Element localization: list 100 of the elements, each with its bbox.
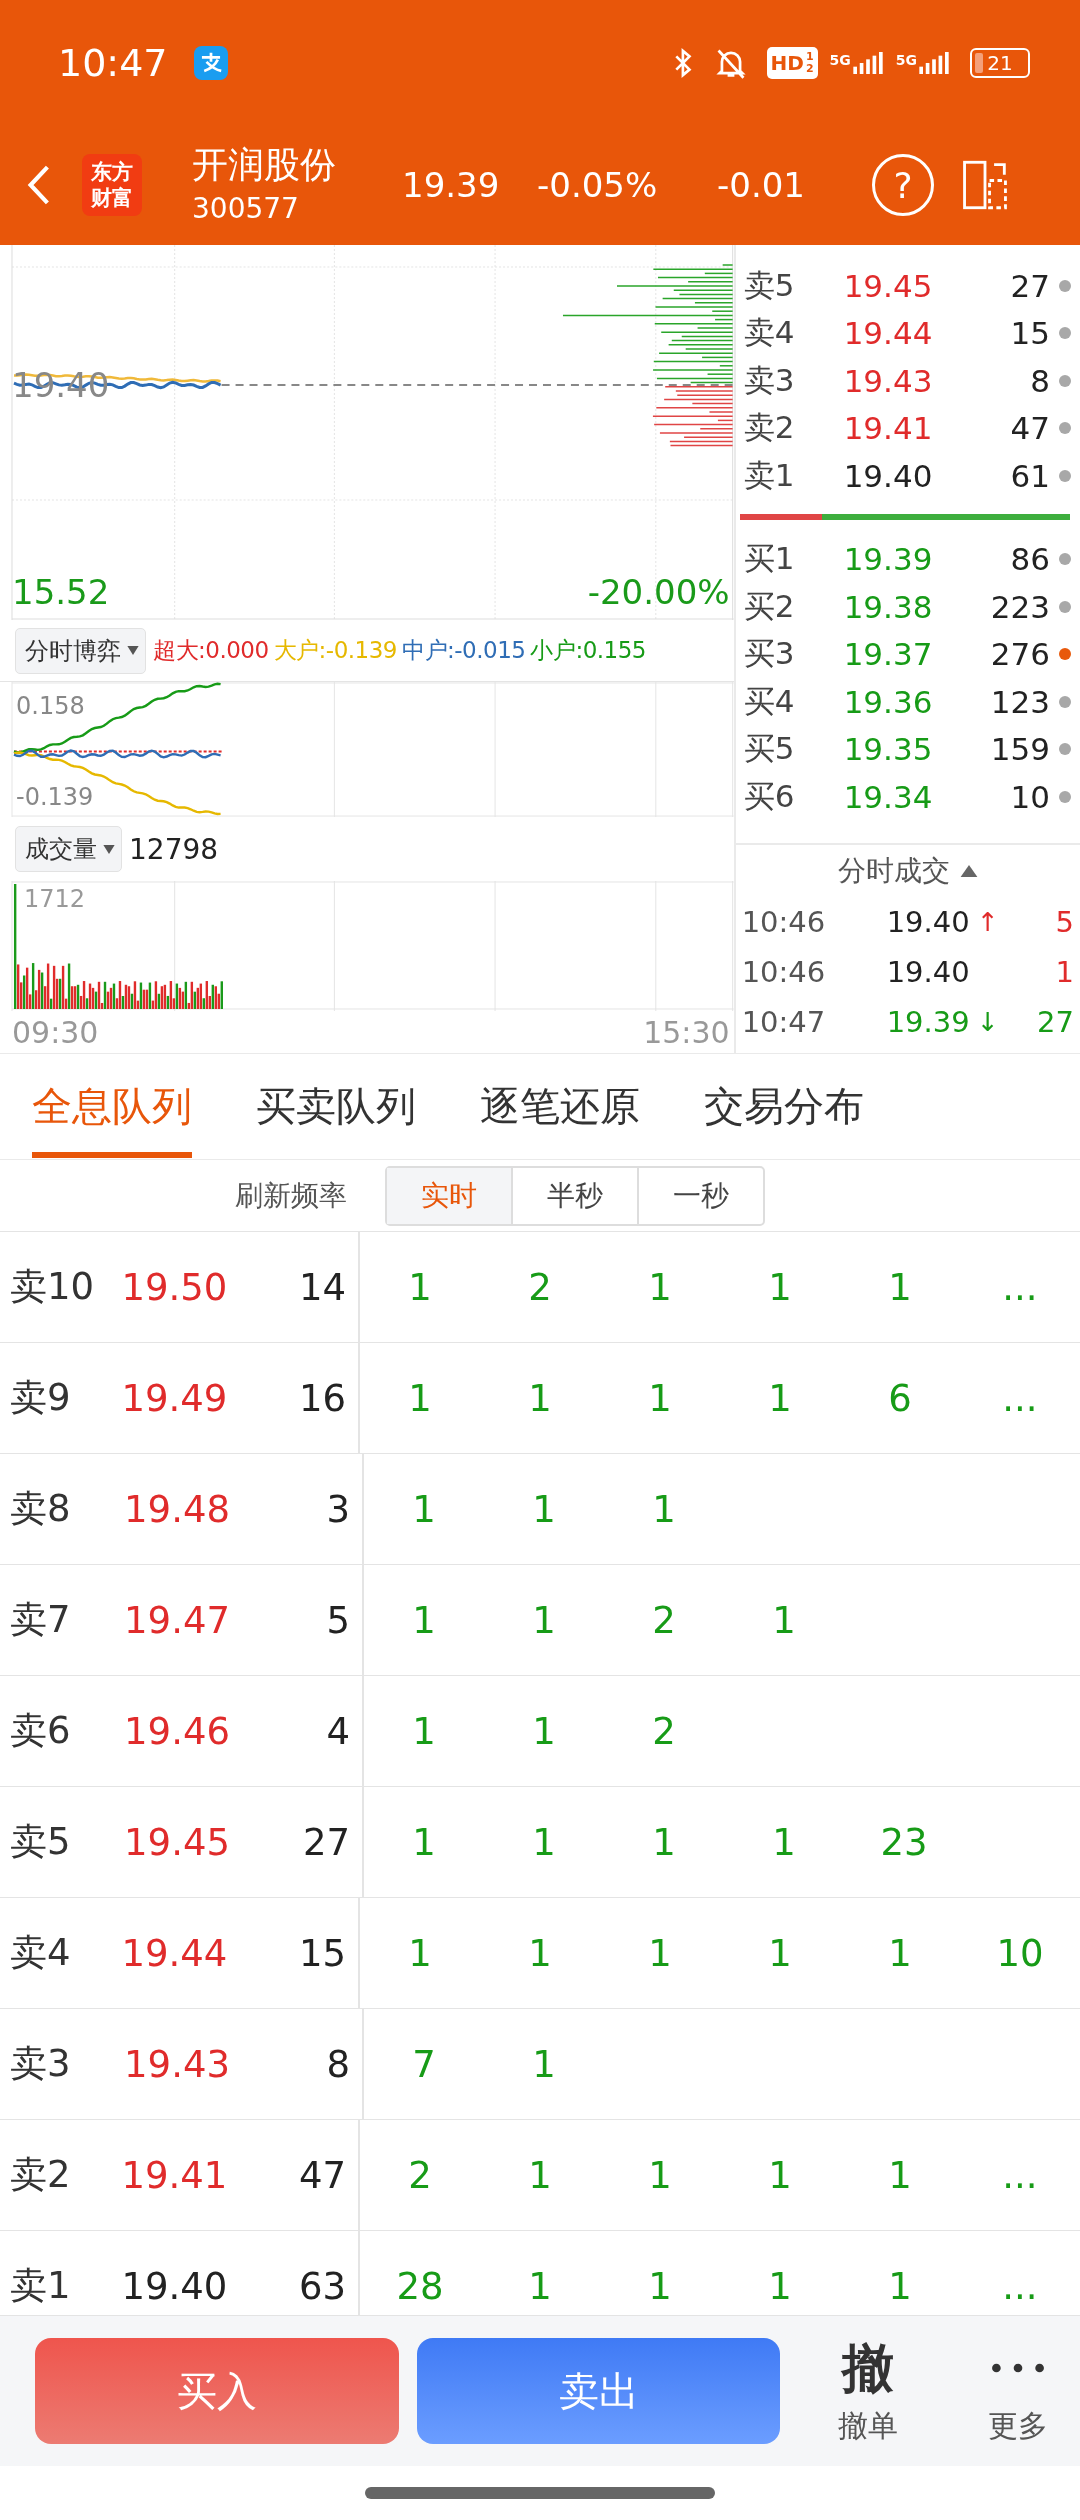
cancel-icon[interactable]: 撤 [842, 2335, 895, 2400]
split-screen-icon[interactable] [962, 160, 1008, 210]
trade-price: 19.40 [886, 905, 971, 939]
segment-option[interactable]: 一秒 [637, 1167, 763, 1224]
bid-volume: 276 [989, 636, 1050, 673]
order-size: 1 [527, 1931, 553, 1975]
ask-price: 19.49 [120, 1376, 228, 1420]
volume-dropdown[interactable]: 成交量 [15, 826, 122, 872]
indicator-dropdown[interactable]: 分时博弈 [15, 627, 146, 674]
ask-level: 卖5 [9, 1819, 72, 1865]
order-size: 1 [767, 2264, 793, 2308]
order-size: 1 [411, 1598, 437, 1642]
order-size: 1 [407, 1265, 433, 1309]
order-size: 1 [651, 1487, 677, 1531]
ask-volume: 15 [1009, 315, 1050, 352]
ask-level: 卖1 [743, 455, 796, 495]
trade-price: 19.39 [886, 1005, 971, 1039]
bid-volume: 159 [989, 731, 1050, 768]
order-size: ... [1001, 1265, 1039, 1309]
order-size: 1 [407, 1376, 433, 1420]
order-size: 1 [527, 1376, 553, 1420]
bid-price: 19.38 [843, 588, 934, 625]
ask-volume: 47 [297, 2153, 346, 2197]
order-size: 6 [887, 1376, 913, 1420]
ask-volume: 63 [297, 2264, 346, 2308]
tab[interactable]: 逐笔还原 [480, 1055, 640, 1158]
bid-level: 买3 [743, 634, 796, 674]
ask-price: 19.40 [120, 2264, 228, 2308]
ask-volume: 14 [297, 1265, 346, 1309]
order-size: 1 [531, 1820, 557, 1864]
caret-icon [103, 844, 115, 854]
order-size: 1 [767, 1376, 793, 1420]
order-size: 2 [527, 1265, 553, 1309]
ask-volume: 16 [297, 1376, 346, 1420]
order-size: 1 [411, 1709, 437, 1753]
tab[interactable]: 交易分布 [704, 1055, 864, 1158]
order-size: 2 [651, 1709, 677, 1753]
tab[interactable]: 买卖队列 [256, 1055, 416, 1158]
ask-price: 19.46 [123, 1709, 230, 1753]
bid-price: 19.35 [843, 731, 934, 768]
segment-option[interactable]: 半秒 [511, 1167, 637, 1224]
order-size: 1 [411, 1487, 437, 1531]
battery-indicator: 21 [970, 47, 1030, 78]
order-size: 1 [647, 2153, 673, 2197]
back-icon[interactable] [26, 164, 52, 206]
bid-price: 19.36 [843, 683, 934, 720]
more-icon[interactable] [991, 2361, 1046, 2374]
caret-icon [127, 646, 139, 655]
help-button[interactable]: ? [872, 154, 934, 216]
app-logo: 东方 财富 [82, 154, 142, 216]
bid-volume: 223 [989, 588, 1050, 625]
trade-time: 10:46 [741, 905, 827, 939]
price-change: -0.01 [717, 165, 806, 205]
signal-icon [851, 51, 884, 74]
bid-volume: 86 [1009, 541, 1050, 578]
order-size: 1 [651, 1820, 677, 1864]
more-label[interactable]: 更多 [988, 2405, 1049, 2447]
time-axis-label: 09:30 [12, 1014, 99, 1050]
order-size: ... [1001, 1376, 1039, 1420]
trade-volume: 27 [1036, 1005, 1074, 1039]
bid-level: 买4 [743, 681, 796, 721]
order-size: 1 [647, 1265, 673, 1309]
trades-title[interactable]: 分时成交 [837, 852, 950, 890]
cancel-order-label[interactable]: 撤单 [838, 2405, 899, 2447]
order-size: 1 [647, 2264, 673, 2308]
ask-level: 卖5 [743, 265, 796, 305]
trade-time: 10:47 [741, 1005, 827, 1039]
order-size: 1 [527, 2153, 553, 2197]
change-percent: -0.05% [537, 165, 659, 205]
order-size: 1 [647, 1376, 673, 1420]
low-price-label: 15.52 [12, 572, 110, 612]
trade-time: 10:46 [741, 955, 827, 989]
ask-level: 卖8 [9, 1486, 72, 1532]
status-time: 10:47 [58, 40, 168, 85]
bid-volume: 10 [1009, 778, 1050, 815]
legend-value: 超大:0.000 [153, 636, 269, 665]
ask-volume: 27 [301, 1820, 350, 1864]
tab[interactable]: 全息队列 [32, 1055, 192, 1158]
trade-volume: 1 [1054, 955, 1074, 989]
ask-price: 19.45 [123, 1820, 230, 1864]
order-size: ... [1001, 2264, 1039, 2308]
order-size: 1 [531, 2042, 557, 2086]
order-size: 1 [887, 1931, 913, 1975]
order-size: 23 [879, 1820, 929, 1864]
payment-app-icon [193, 45, 228, 80]
order-size: 1 [887, 2264, 913, 2308]
time-axis-label: 15:30 [643, 1014, 730, 1050]
ask-price: 19.44 [120, 1931, 228, 1975]
caret-up-icon [959, 865, 978, 877]
ask-volume: 61 [1009, 457, 1050, 494]
volume-total: 12798 [129, 832, 219, 866]
trend-arrow: ↓ [976, 1007, 1000, 1037]
order-size: 1 [771, 1598, 797, 1642]
ask-level: 卖3 [9, 2041, 72, 2087]
ask-level: 卖1 [9, 2263, 72, 2309]
signal-icon [918, 51, 950, 74]
trade-volume: 5 [1054, 905, 1074, 939]
order-size: 1 [527, 2264, 553, 2308]
ask-price: 19.47 [123, 1598, 230, 1642]
low-percent-label: -20.00% [587, 572, 730, 612]
